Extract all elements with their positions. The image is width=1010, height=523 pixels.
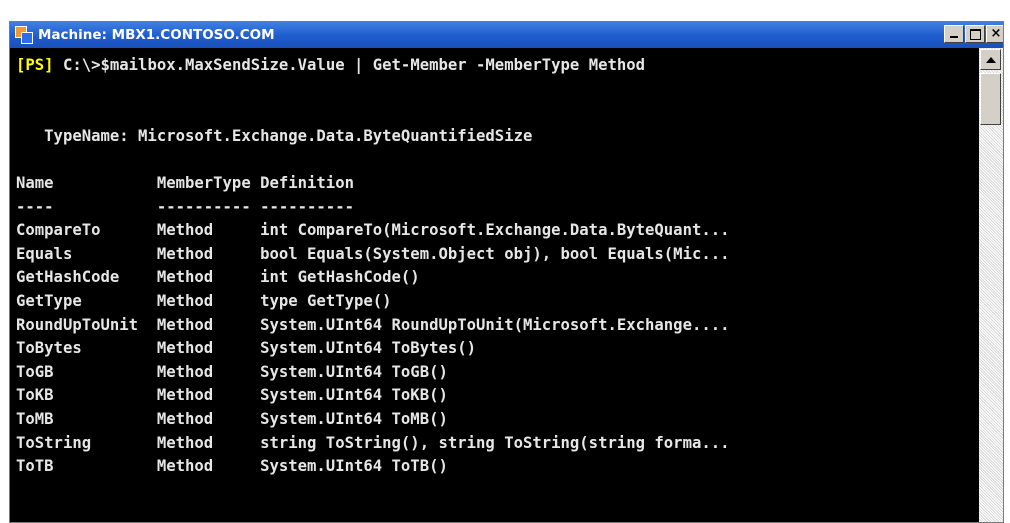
vertical-scrollbar[interactable] [979,48,1003,522]
table-row: ToKB Method System.UInt64 ToKB() [16,386,448,405]
console-window: Machine: MBX1.CONTOSO.COM × [PS] C:\>$ma… [9,21,1004,523]
command-line: [PS] C:\>$mailbox.MaxSendSize.Value | Ge… [16,54,981,78]
typename-line: TypeName: Microsoft.Exchange.Data.ByteQu… [16,126,533,145]
ps-prompt: [PS] [16,56,54,74]
scrollbar-thumb[interactable] [980,73,1001,125]
close-icon[interactable]: × [986,25,1003,43]
command-text: C:\>$mailbox.MaxSendSize.Value | Get-Mem… [53,56,646,74]
table-row: ToBytes Method System.UInt64 ToBytes() [16,339,477,358]
window-controls: × [944,25,1003,43]
powershell-window-icon [15,26,33,44]
console-output[interactable]: [PS] C:\>$mailbox.MaxSendSize.Value | Ge… [10,48,981,522]
table-row: ToMB Method System.UInt64 ToMB() [16,409,448,428]
table-row: CompareTo Method int CompareTo(Microsoft… [16,221,730,240]
maximize-icon[interactable] [965,25,985,43]
table-row: ToString Method string ToString(), strin… [16,433,730,452]
table-header: Name MemberType Definition [16,173,354,192]
window-title: Machine: MBX1.CONTOSO.COM [38,27,275,43]
table-row: RoundUpToUnit Method System.UInt64 Round… [16,315,730,334]
table-row: ToGB Method System.UInt64 ToGB() [16,362,448,381]
table-row: GetHashCode Method int GetHashCode() [16,268,420,287]
table-separator: ---- ---------- ---------- [16,197,354,216]
title-bar[interactable]: Machine: MBX1.CONTOSO.COM × [10,22,1003,48]
table-row: ToTB Method System.UInt64 ToTB() [16,457,448,476]
table-row: Equals Method bool Equals(System.Object … [16,244,730,263]
scroll-up-arrow-icon[interactable] [980,49,1001,70]
minimize-icon[interactable] [944,25,964,43]
table-row: GetType Method type GetType() [16,291,392,310]
